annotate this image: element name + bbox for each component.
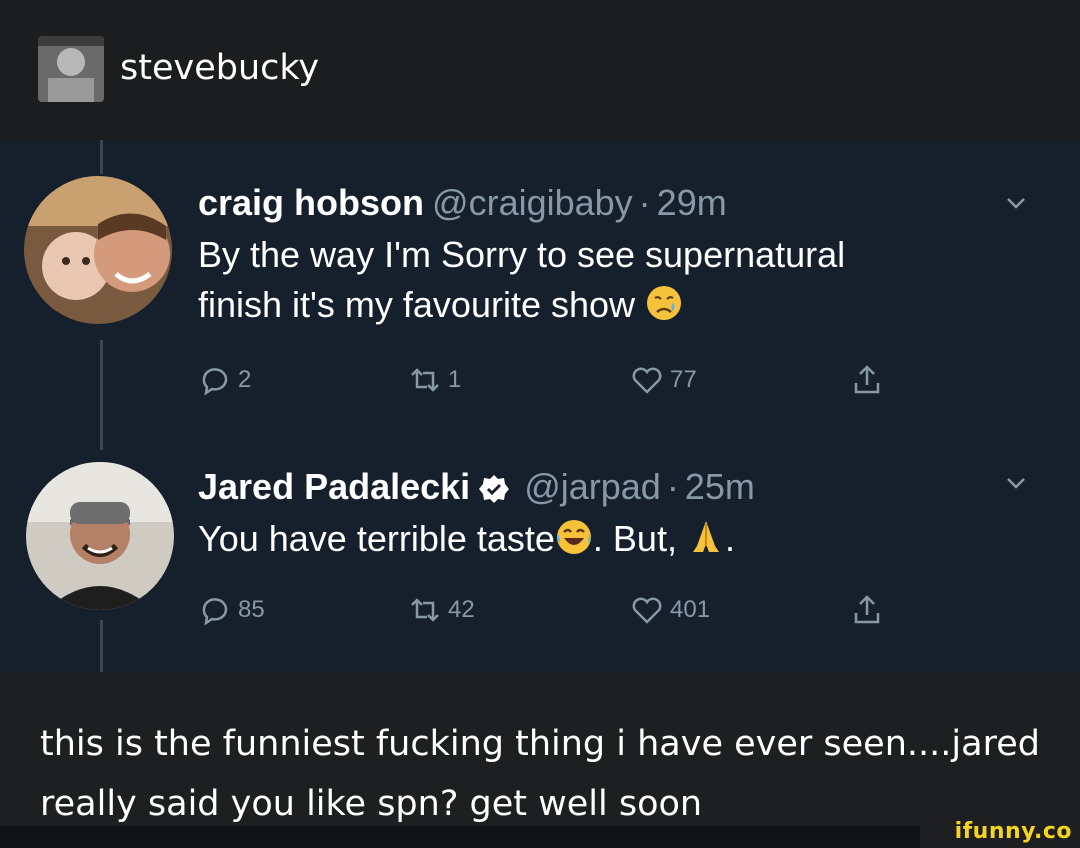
tweet-author-name[interactable]: Jared Padalecki [198, 466, 470, 507]
tweet-text-segment: You have terrible taste [198, 518, 555, 559]
reply-icon [202, 598, 228, 626]
tweet-text-segment: . But, [592, 518, 677, 559]
retweet-count: 1 [448, 366, 462, 393]
tweet-time-separator: · [666, 466, 679, 507]
tweet-actions: 85 42 401 [198, 590, 1080, 630]
tweet-author-name[interactable]: craig hobson [198, 182, 424, 223]
like-count: 77 [670, 366, 697, 393]
tweet-text-segment: . [724, 518, 735, 559]
tweet-screenshot: craig hobson @craigibaby · 29m By the way I… [0, 140, 1080, 672]
like-button[interactable]: 401 [630, 590, 710, 630]
retweet-icon [411, 598, 439, 622]
tweet-text-line: finish it's my favourite show [198, 284, 636, 325]
reply-icon [202, 368, 228, 396]
caption-text: this is the funniest fucking thing i hav… [40, 724, 1040, 824]
tweet-handle[interactable]: @craigibaby [432, 182, 633, 223]
tweet-time-separator: · [638, 182, 651, 223]
share-button[interactable] [850, 590, 890, 630]
tweet-handle[interactable]: @jarpad [524, 466, 661, 507]
blog-header: stevebucky [0, 0, 1080, 140]
share-button[interactable] [850, 360, 890, 400]
chevron-down-icon[interactable] [1003, 190, 1029, 216]
thread-line [100, 140, 103, 174]
heart-icon [632, 367, 662, 394]
retweet-button[interactable]: 42 [408, 590, 475, 630]
tweet-avatar-craig[interactable] [24, 176, 172, 324]
bottom-strip [0, 826, 920, 848]
tweet-actions: 2 1 77 [198, 360, 1080, 400]
tweet-text-line-2: finish it's my favourite show [198, 280, 845, 330]
tweet-body: By the way I'm Sorry to see supernatural… [198, 230, 845, 330]
crying-face-emoji-icon [647, 286, 682, 320]
thread-line [100, 340, 103, 450]
tears-of-joy-emoji-icon [556, 520, 591, 554]
share-icon [854, 595, 880, 624]
reply-button[interactable]: 2 [198, 360, 251, 400]
heart-icon [632, 597, 662, 624]
tweet-header: Jared Padalecki @jarpad · 25m [198, 466, 755, 508]
blog-username[interactable]: stevebucky [120, 48, 319, 88]
share-icon [854, 365, 880, 394]
blog-avatar[interactable] [38, 36, 104, 102]
reply-button[interactable]: 85 [198, 590, 265, 630]
thread-line [100, 620, 103, 672]
tweet-avatar-jared[interactable] [26, 462, 174, 610]
tweet-body: You have terrible taste . But, . [198, 514, 735, 564]
tweet-text-line: By the way I'm Sorry to see supernatural [198, 234, 846, 275]
retweet-icon [411, 368, 439, 392]
reply-count: 2 [238, 366, 252, 393]
tweet-timestamp[interactable]: 25m [685, 466, 755, 507]
post-caption: this is the funniest fucking thing i hav… [0, 672, 1080, 848]
retweet-button[interactable]: 1 [408, 360, 461, 400]
tweet-header: craig hobson @craigibaby · 29m [198, 182, 727, 224]
tweet-timestamp[interactable]: 29m [657, 182, 727, 223]
retweet-count: 42 [448, 596, 475, 623]
reply-count: 85 [238, 596, 265, 623]
like-count: 401 [670, 596, 711, 623]
ifunny-watermark: ifunny.co [954, 819, 1072, 844]
verified-badge-icon [479, 475, 510, 504]
folded-hands-emoji-icon [692, 521, 719, 552]
chevron-down-icon[interactable] [1003, 470, 1029, 496]
like-button[interactable]: 77 [630, 360, 697, 400]
